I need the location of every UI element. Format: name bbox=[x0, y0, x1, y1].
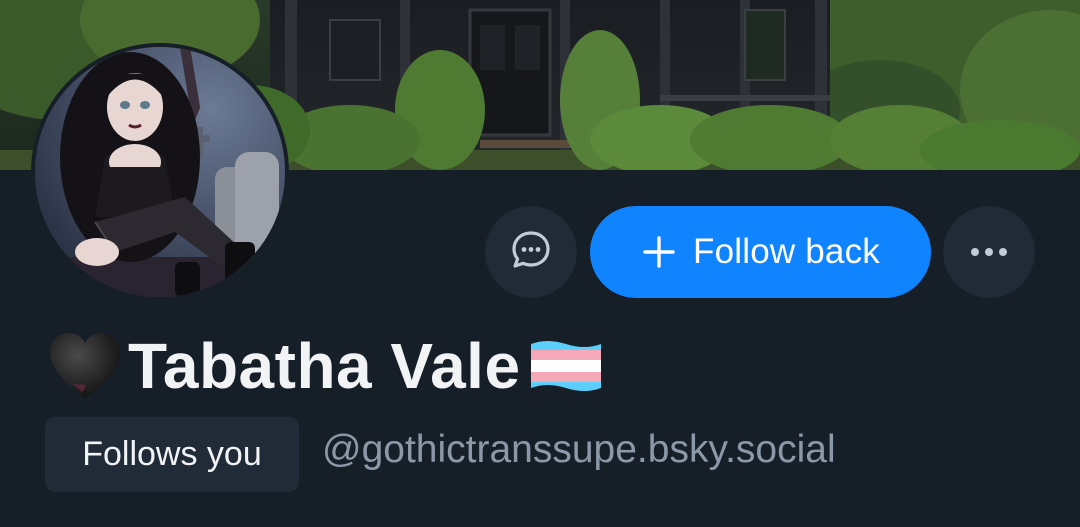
message-button[interactable] bbox=[485, 206, 577, 298]
avatar-image bbox=[35, 47, 285, 297]
chat-bubble-icon bbox=[510, 229, 552, 275]
follow-back-button[interactable]: Follow back bbox=[590, 206, 931, 298]
follows-you-badge: Follows you bbox=[45, 417, 299, 492]
more-options-button[interactable] bbox=[943, 206, 1035, 298]
plus-icon bbox=[641, 234, 677, 270]
follow-back-label: Follow back bbox=[693, 232, 880, 271]
profile-header: Follow back Tabatha Vale Follows you @go… bbox=[0, 0, 1080, 527]
ellipsis-icon bbox=[969, 243, 1009, 262]
display-name: Tabatha Vale bbox=[128, 330, 521, 402]
black-heart-icon bbox=[46, 330, 124, 402]
display-name-row: Tabatha Vale bbox=[46, 328, 605, 404]
transgender-flag-icon bbox=[527, 336, 605, 396]
follows-you-label: Follows you bbox=[82, 435, 262, 473]
profile-handle[interactable]: @gothictranssupe.bsky.social bbox=[322, 428, 836, 472]
avatar[interactable] bbox=[31, 43, 289, 301]
